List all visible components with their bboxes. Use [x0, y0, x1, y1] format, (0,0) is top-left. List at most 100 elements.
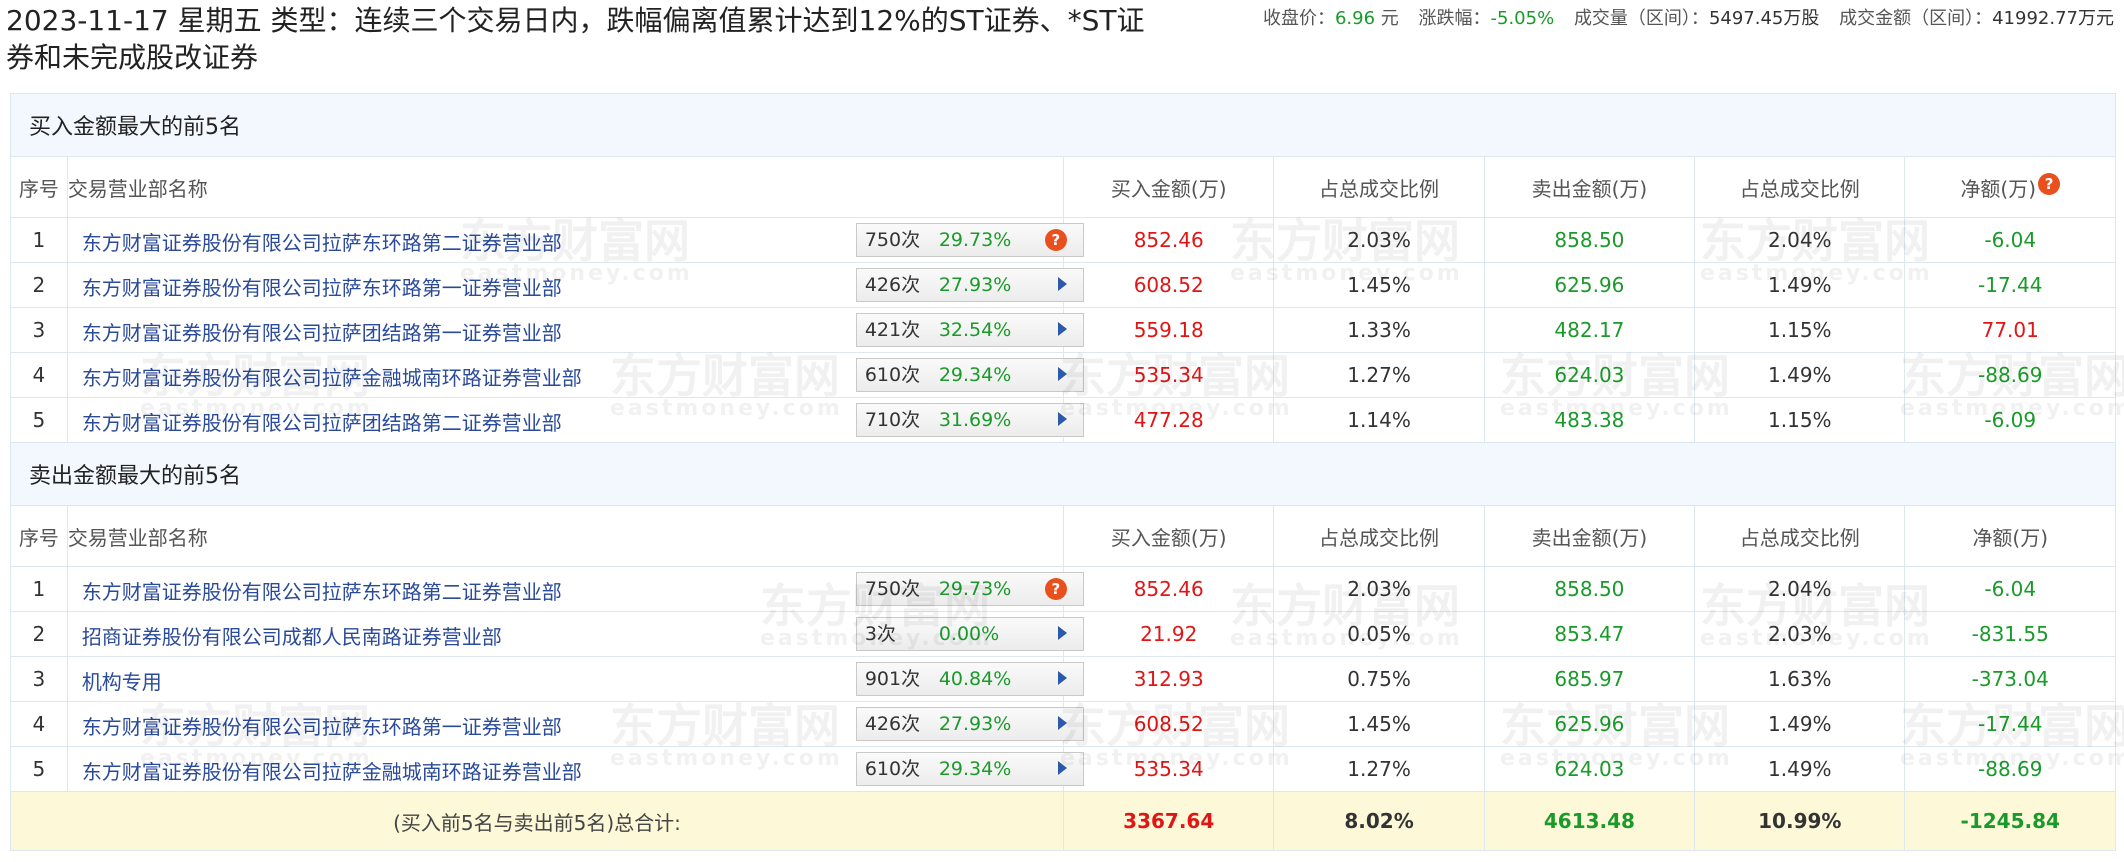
amount-label: 成交金额（区间）：: [1839, 8, 1993, 29]
net-amount: -17.44: [1904, 701, 2116, 747]
sell-ratio: 1.49%: [1694, 746, 1906, 792]
net-amount: -88.69: [1904, 746, 2116, 792]
broker-name-link[interactable]: 东方财富证券股份有限公司拉萨团结路第二证券营业部: [82, 407, 562, 436]
buy-ratio: 2.03%: [1273, 566, 1485, 612]
buy-ratio: 1.14%: [1273, 397, 1485, 443]
buy-ratio: 1.27%: [1273, 746, 1485, 792]
volume-value: 5497.45万股: [1708, 8, 1820, 29]
table-row: 4 东方财富证券股份有限公司拉萨金融城南环路证券营业部 610次 29.34% 535.…: [10, 352, 2116, 398]
total-buy: 3367.64: [1062, 791, 1275, 851]
net-amount: 77.01: [1904, 307, 2116, 353]
arrow-right-icon[interactable]: [1057, 761, 1067, 775]
column-header-name: 交易营业部名称: [66, 156, 1065, 218]
sell-ratio: 1.15%: [1694, 307, 1906, 353]
broker-stat-button[interactable]: 610次 29.34%: [855, 752, 1084, 786]
broker-name-link[interactable]: 东方财富证券股份有限公司拉萨东环路第一证券营业部: [82, 711, 562, 740]
arrow-right-icon[interactable]: [1057, 412, 1067, 426]
buy-amount: 312.93: [1062, 656, 1275, 702]
table-row: 4 东方财富证券股份有限公司拉萨东环路第一证券营业部 426次 27.93% 608.5…: [10, 701, 2116, 747]
quote-summary: 收盘价：6.96 元 涨跌幅：-5.05% 成交量（区间）：5497.45万股 …: [1263, 4, 2114, 30]
dragon-tiger-table: 买入金额最大的前5名 序号 交易营业部名称 买入金额(万) 占总成交比例 卖出金额(万) 占…: [10, 93, 2116, 851]
broker-cell: 东方财富证券股份有限公司拉萨东环路第二证券营业部 750次 29.73%?: [66, 566, 1084, 612]
broker-stat-button[interactable]: 750次 29.73%?: [855, 572, 1084, 606]
row-index: 2: [10, 611, 68, 657]
broker-cell: 东方财富证券股份有限公司拉萨东环路第一证券营业部 426次 27.93%: [66, 262, 1084, 308]
broker-name-link[interactable]: 招商证券股份有限公司成都人民南路证券营业部: [82, 621, 502, 650]
sell-amount: 482.17: [1483, 307, 1696, 353]
arrow-right-icon[interactable]: [1057, 277, 1067, 291]
broker-stat-button[interactable]: 3次 0.00%: [855, 617, 1084, 651]
broker-name-link[interactable]: 东方财富证券股份有限公司拉萨金融城南环路证券营业部: [82, 362, 582, 391]
buy-amount: 559.18: [1062, 307, 1275, 353]
column-header-net: 净额(万): [1904, 505, 2116, 567]
column-header-buy-ratio: 占总成交比例: [1273, 156, 1485, 218]
broker-name-link[interactable]: 机构专用: [82, 666, 162, 695]
net-amount: -6.04: [1904, 566, 2116, 612]
broker-stat-button[interactable]: 710次 31.69%: [855, 403, 1084, 437]
arrow-right-icon[interactable]: [1057, 626, 1067, 640]
change-label: 涨跌幅：: [1418, 8, 1491, 29]
broker-name-link[interactable]: 东方财富证券股份有限公司拉萨东环路第二证券营业部: [82, 227, 562, 256]
column-header-row: 序号 交易营业部名称 买入金额(万) 占总成交比例 卖出金额(万) 占总成交比例 净额(万): [10, 505, 2116, 567]
broker-name-link[interactable]: 东方财富证券股份有限公司拉萨东环路第一证券营业部: [82, 272, 562, 301]
row-index: 3: [10, 656, 68, 702]
win-rate: 29.34%: [938, 758, 1012, 780]
broker-cell: 东方财富证券股份有限公司拉萨东环路第二证券营业部 750次 29.73%?: [66, 217, 1084, 263]
question-icon[interactable]: ?: [1044, 578, 1067, 600]
row-index: 5: [10, 746, 68, 792]
buy-ratio: 1.45%: [1273, 262, 1485, 308]
sell-ratio: 2.04%: [1694, 566, 1906, 612]
trade-count: 426次: [864, 713, 921, 735]
sell-amount: 624.03: [1483, 352, 1696, 398]
sell-amount: 858.50: [1483, 566, 1696, 612]
row-index: 4: [10, 352, 68, 398]
table-row: 2 招商证券股份有限公司成都人民南路证券营业部 3次 0.00% 21.92 0.05% 8…: [10, 611, 2116, 657]
column-header-name: 交易营业部名称: [66, 505, 1065, 567]
broker-cell: 东方财富证券股份有限公司拉萨金融城南环路证券营业部 610次 29.34%: [66, 352, 1084, 398]
buy-ratio: 0.05%: [1273, 611, 1485, 657]
buy-amount: 852.46: [1062, 217, 1275, 263]
section-title: 买入金额最大的前5名: [10, 93, 2116, 157]
broker-stat-button[interactable]: 426次 27.93%: [855, 268, 1084, 302]
section-header: 卖出金额最大的前5名: [10, 442, 2116, 506]
trade-count: 610次: [864, 758, 921, 780]
sell-amount: 625.96: [1483, 262, 1696, 308]
broker-stat-button[interactable]: 426次 27.93%: [855, 707, 1084, 741]
win-rate: 0.00%: [938, 623, 1000, 645]
section-title: 卖出金额最大的前5名: [10, 442, 2116, 506]
broker-name-link[interactable]: 东方财富证券股份有限公司拉萨东环路第二证券营业部: [82, 576, 562, 605]
column-header-index: 序号: [10, 156, 68, 218]
column-header-buy-ratio: 占总成交比例: [1273, 505, 1485, 567]
table-row: 5 东方财富证券股份有限公司拉萨金融城南环路证券营业部 610次 29.34% 535.…: [10, 746, 2116, 792]
broker-stat-button[interactable]: 750次 29.73%?: [855, 223, 1084, 257]
table-row: 5 东方财富证券股份有限公司拉萨团结路第二证券营业部 710次 31.69% 477.2…: [10, 397, 2116, 443]
broker-cell: 东方财富证券股份有限公司拉萨团结路第二证券营业部 710次 31.69%: [66, 397, 1084, 443]
buy-ratio: 1.27%: [1273, 352, 1485, 398]
trade-count: 710次: [864, 409, 921, 431]
net-amount: -88.69: [1904, 352, 2116, 398]
win-rate: 31.69%: [938, 409, 1012, 431]
question-icon[interactable]: ?: [1044, 229, 1067, 251]
broker-stat-button[interactable]: 901次 40.84%: [855, 662, 1084, 696]
column-header-sell-ratio: 占总成交比例: [1694, 156, 1906, 218]
change-value: -5.05%: [1490, 8, 1555, 29]
arrow-right-icon[interactable]: [1057, 671, 1067, 685]
broker-stat-button[interactable]: 610次 29.34%: [855, 358, 1084, 392]
trade-count: 750次: [864, 229, 921, 251]
arrow-right-icon[interactable]: [1057, 367, 1067, 381]
question-icon[interactable]: ?: [2038, 172, 2061, 195]
broker-name-link[interactable]: 东方财富证券股份有限公司拉萨团结路第一证券营业部: [82, 317, 562, 346]
win-rate: 40.84%: [938, 668, 1012, 690]
broker-cell: 机构专用 901次 40.84%: [66, 656, 1084, 702]
broker-stat-button[interactable]: 421次 32.54%: [855, 313, 1084, 347]
net-amount: -6.09: [1904, 397, 2116, 443]
column-header-net-label: 净额(万): [1972, 525, 2049, 550]
net-amount: -6.04: [1904, 217, 2116, 263]
close-label: 收盘价：: [1262, 8, 1335, 29]
table-row: 1 东方财富证券股份有限公司拉萨东环路第二证券营业部 750次 29.73%? 852.…: [10, 566, 2116, 612]
sell-amount: 483.38: [1483, 397, 1696, 443]
trade-count: 901次: [864, 668, 921, 690]
arrow-right-icon[interactable]: [1057, 716, 1067, 730]
arrow-right-icon[interactable]: [1057, 322, 1067, 336]
broker-name-link[interactable]: 东方财富证券股份有限公司拉萨金融城南环路证券营业部: [82, 756, 582, 785]
